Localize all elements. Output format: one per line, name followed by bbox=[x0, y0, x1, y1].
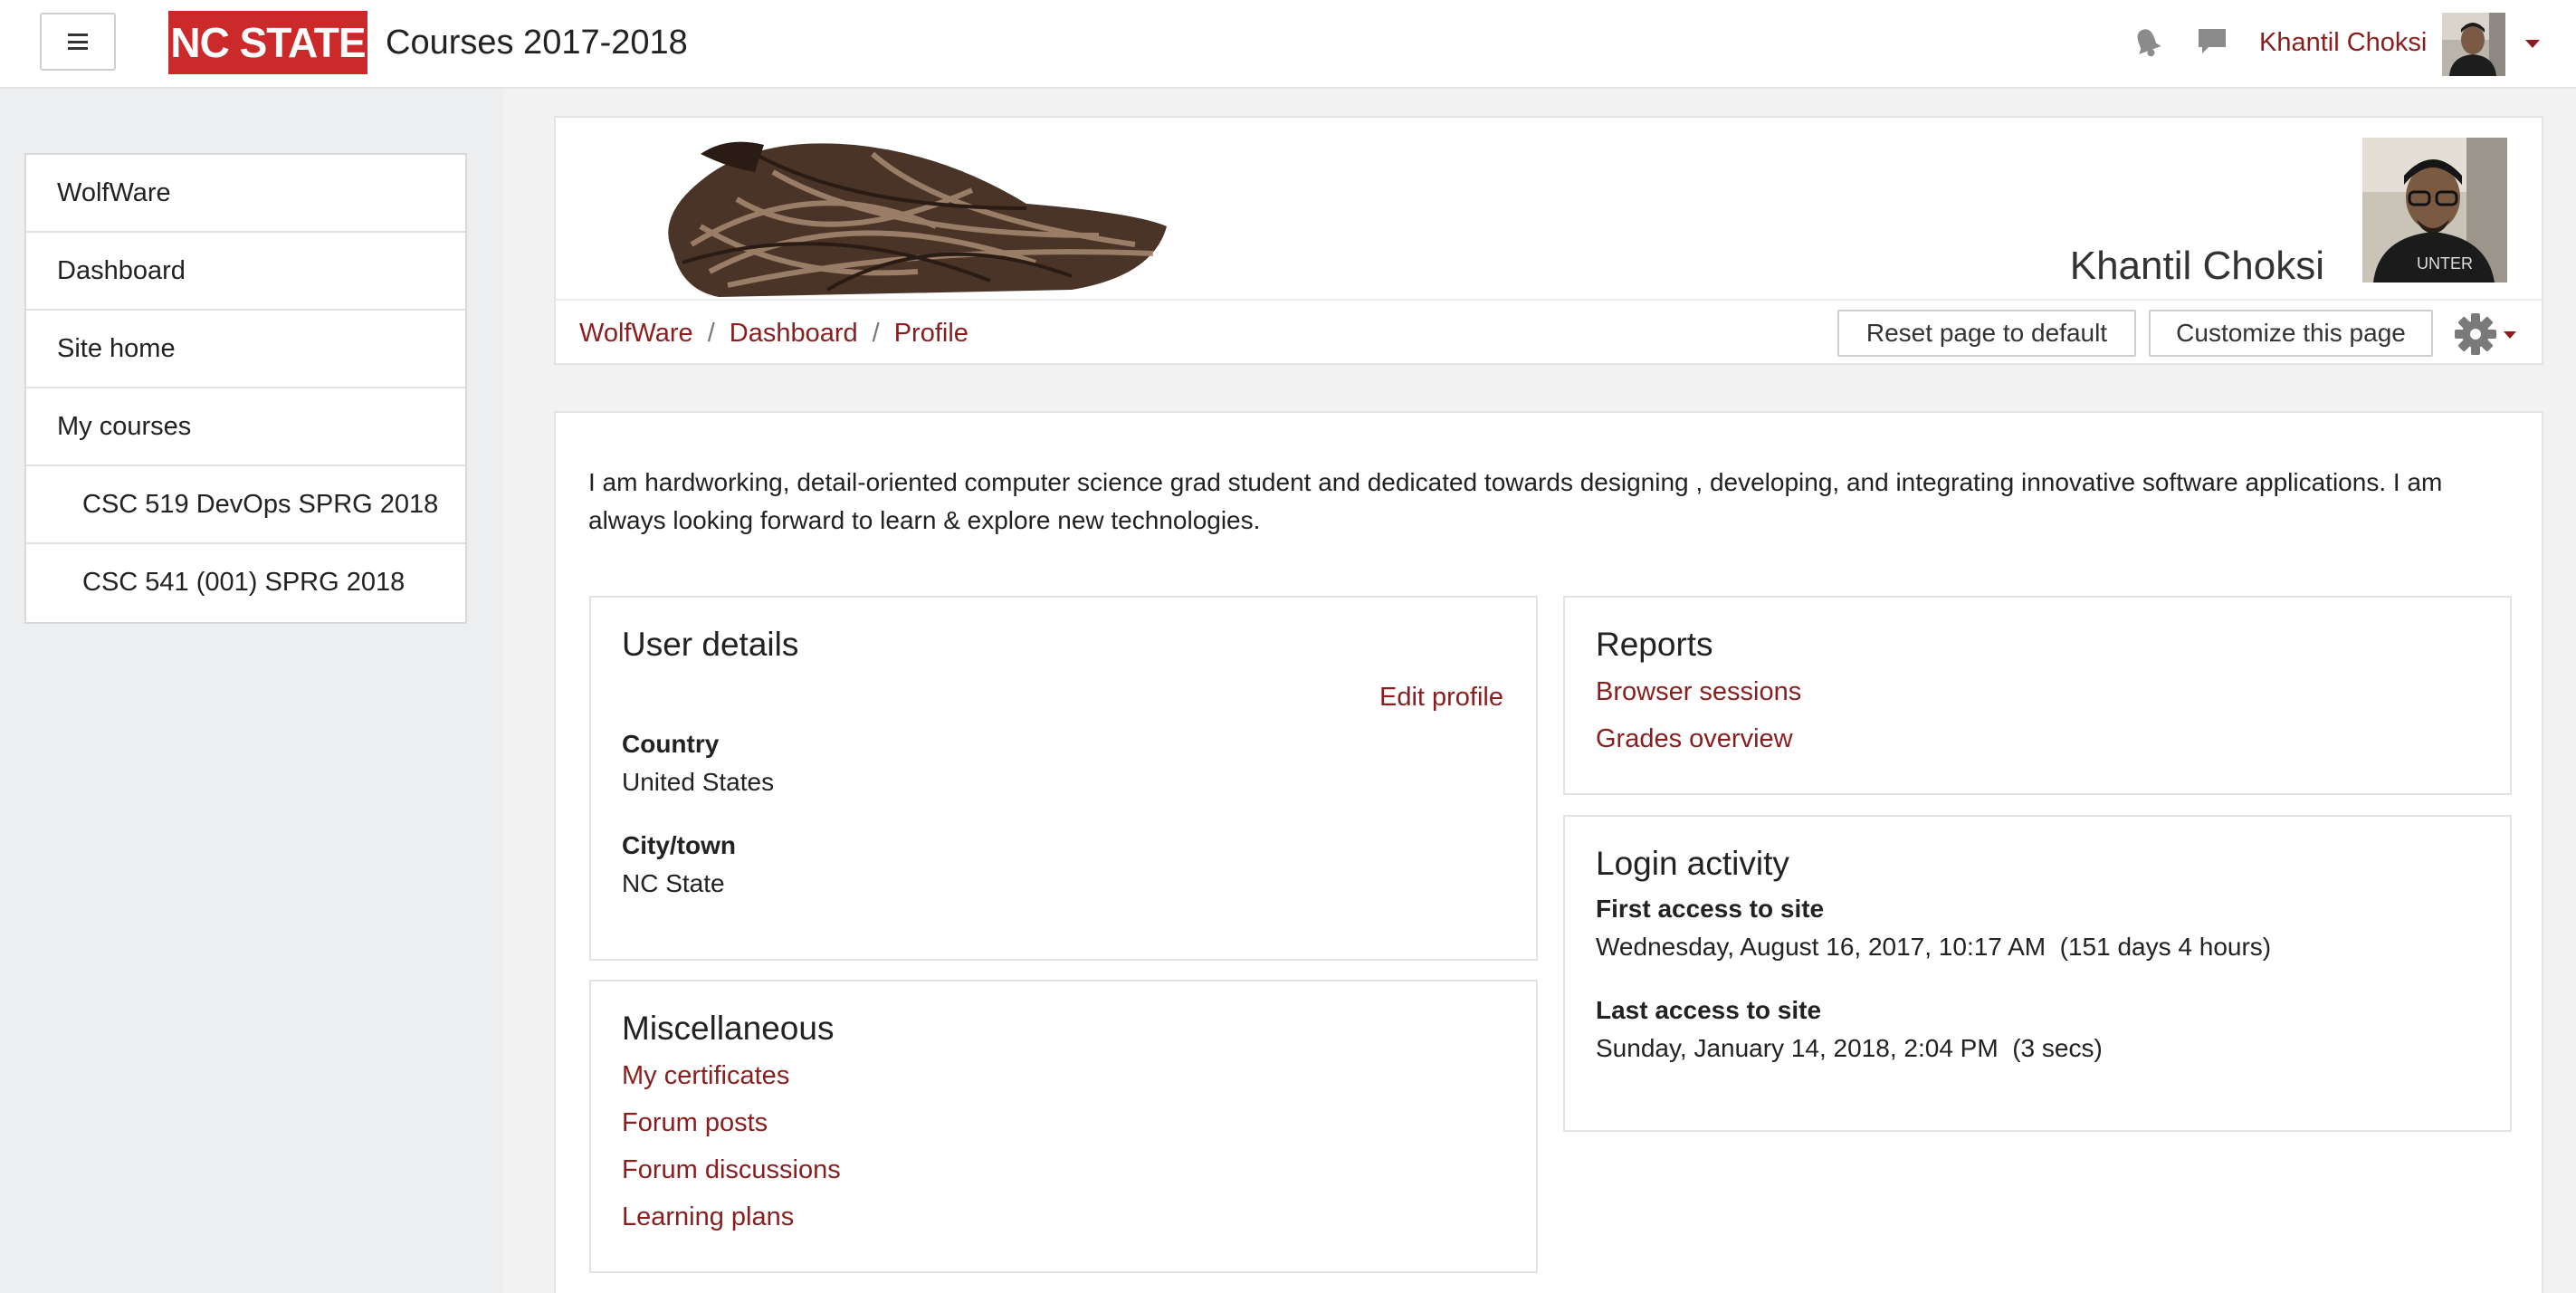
user-bio: I am hardworking, detail-oriented comput… bbox=[588, 468, 2443, 534]
reports-title: Reports bbox=[1596, 626, 1713, 663]
user-menu-name[interactable]: Khantil Choksi bbox=[2259, 25, 2427, 60]
miscellaneous-title: Miscellaneous bbox=[622, 1010, 835, 1047]
first-access-label: First access to site bbox=[1596, 895, 1825, 923]
user-avatar[interactable] bbox=[2442, 13, 2505, 76]
first-access-value: Wednesday, August 16, 2017, 10:17 AM (15… bbox=[1596, 933, 2272, 961]
user-menu-caret-down-icon[interactable] bbox=[2525, 40, 2540, 48]
my-certificates-link[interactable]: My certificates bbox=[622, 1058, 789, 1094]
svg-text:UNTER: UNTER bbox=[2417, 254, 2473, 273]
menu-icon bbox=[68, 34, 88, 50]
customize-page-button[interactable]: Customize this page bbox=[2149, 310, 2433, 357]
forum-discussions-link[interactable]: Forum discussions bbox=[622, 1152, 841, 1188]
city-label: City/town bbox=[622, 831, 736, 859]
forum-posts-link[interactable]: Forum posts bbox=[622, 1105, 768, 1141]
last-access-label: Last access to site bbox=[1596, 996, 1822, 1024]
reset-page-button[interactable]: Reset page to default bbox=[1837, 310, 2136, 357]
city-value: NC State bbox=[622, 869, 725, 897]
profile-header: Khantil Choksi UNTER WolfWare / Dashboar… bbox=[554, 116, 2543, 365]
learning-plans-link[interactable]: Learning plans bbox=[622, 1199, 794, 1235]
header-divider bbox=[556, 299, 2542, 301]
login-activity-section: Login activity First access to site Wedn… bbox=[1563, 815, 2512, 1132]
messages-icon[interactable] bbox=[2194, 24, 2230, 60]
user-details-title: User details bbox=[622, 626, 799, 663]
breadcrumb: WolfWare / Dashboard / Profile bbox=[579, 315, 968, 351]
breadcrumb-separator: / bbox=[707, 319, 715, 348]
profile-picture: UNTER bbox=[2362, 138, 2507, 283]
notification-bell-icon[interactable] bbox=[2129, 24, 2165, 60]
sidebar-item-site-home[interactable]: Site home bbox=[26, 311, 465, 388]
nc-state-logo[interactable]: NC STATE bbox=[168, 11, 367, 74]
profile-content: I am hardworking, detail-oriented comput… bbox=[554, 411, 2543, 1293]
user-details-section: User details Edit profile Country United… bbox=[589, 596, 1538, 961]
country-label: Country bbox=[622, 730, 720, 758]
breadcrumb-separator: / bbox=[872, 319, 880, 348]
sidebar-item-dashboard[interactable]: Dashboard bbox=[26, 233, 465, 311]
sidebar-item-my-courses[interactable]: My courses bbox=[26, 388, 465, 466]
gear-caret-down-icon[interactable] bbox=[2504, 331, 2516, 339]
miscellaneous-section: Miscellaneous My certificates Forum post… bbox=[589, 980, 1538, 1273]
last-access-value: Sunday, January 14, 2018, 2:04 PM (3 sec… bbox=[1596, 1034, 2103, 1062]
site-title[interactable]: Courses 2017-2018 bbox=[386, 20, 688, 65]
edit-profile-link[interactable]: Edit profile bbox=[1379, 679, 1503, 715]
sidebar-item-wolfware[interactable]: WolfWare bbox=[26, 155, 465, 233]
login-activity-title: Login activity bbox=[1596, 845, 1789, 882]
reports-section: Reports Browser sessions Grades overview bbox=[1563, 596, 2512, 795]
gear-icon[interactable] bbox=[2453, 311, 2498, 357]
sidebar-nav: WolfWare Dashboard Site home My courses … bbox=[24, 153, 467, 624]
country-value: United States bbox=[622, 768, 775, 796]
sidebar-item-course-csc519[interactable]: CSC 519 DevOps SPRG 2018 bbox=[26, 466, 465, 544]
browser-sessions-link[interactable]: Browser sessions bbox=[1596, 674, 1801, 710]
grades-overview-link[interactable]: Grades overview bbox=[1596, 721, 1793, 757]
breadcrumb-item-profile[interactable]: Profile bbox=[894, 315, 968, 351]
header-banner-image bbox=[646, 118, 1189, 299]
top-navbar: NC STATE Courses 2017-2018 Khantil Choks… bbox=[0, 0, 2576, 89]
breadcrumb-item-wolfware[interactable]: WolfWare bbox=[579, 315, 693, 351]
breadcrumb-item-dashboard[interactable]: Dashboard bbox=[730, 315, 858, 351]
nav-drawer-toggle-button[interactable] bbox=[40, 13, 116, 71]
profile-name-heading: Khantil Choksi bbox=[2069, 244, 2324, 288]
sidebar-item-course-csc541[interactable]: CSC 541 (001) SPRG 2018 bbox=[26, 544, 465, 622]
